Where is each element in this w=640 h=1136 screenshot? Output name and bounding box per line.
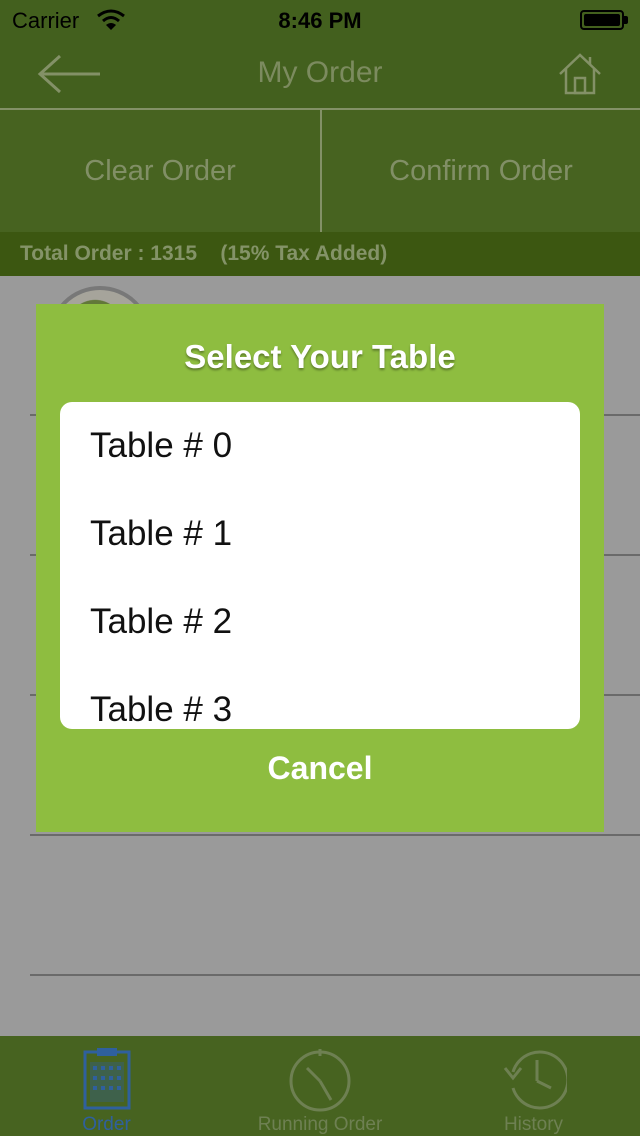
cancel-button[interactable]: Cancel bbox=[36, 750, 604, 787]
table-option-2[interactable]: Table # 2 bbox=[90, 602, 232, 642]
dialog-title: Select Your Table bbox=[184, 338, 456, 375]
select-table-dialog: Select Your Table Table # 0 Table # 1 Ta… bbox=[36, 304, 604, 832]
table-picker-list[interactable]: Table # 0 Table # 1 Table # 2 Table # 3 bbox=[60, 402, 580, 729]
table-option-0[interactable]: Table # 0 bbox=[90, 426, 232, 466]
table-option-1[interactable]: Table # 1 bbox=[90, 514, 232, 554]
table-option-3[interactable]: Table # 3 bbox=[90, 690, 232, 729]
